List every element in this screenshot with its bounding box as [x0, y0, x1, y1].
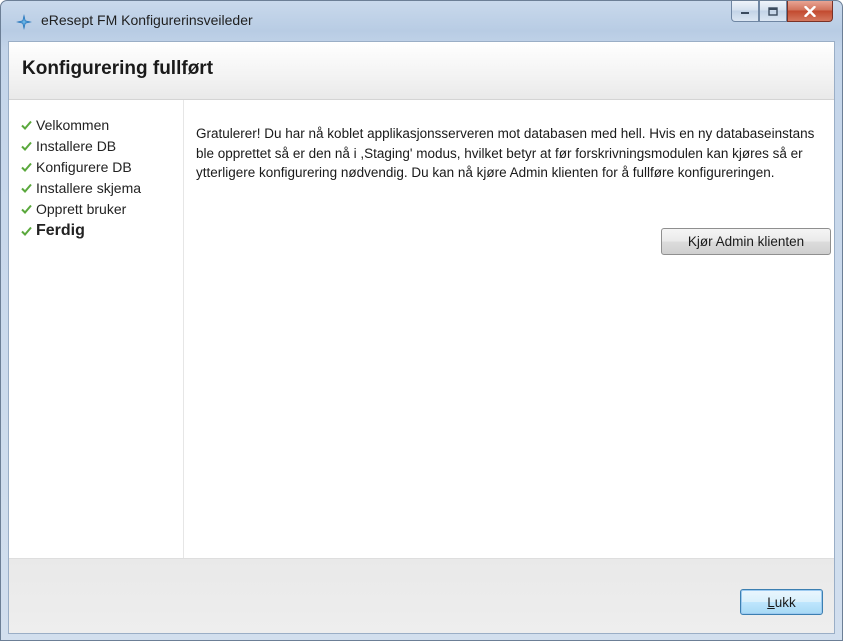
- page-title: Konfigurering fullført: [22, 58, 214, 79]
- step-label: Installere DB: [36, 137, 117, 154]
- step-installere-skjema: Installere skjema: [9, 177, 183, 198]
- step-label: Installere skjema: [36, 179, 142, 196]
- check-icon: [21, 204, 32, 214]
- wizard-client-area: Konfigurering fullført Velkommen Install…: [8, 41, 835, 634]
- check-icon: [21, 183, 32, 193]
- step-label: Velkommen: [36, 116, 110, 133]
- maximize-button[interactable]: [759, 1, 787, 22]
- close-button[interactable]: Lukk: [740, 589, 823, 615]
- minimize-button[interactable]: [731, 1, 759, 22]
- step-label: Ferdig: [36, 222, 85, 239]
- step-konfigurere-db: Konfigurere DB: [9, 156, 183, 177]
- close-icon: [804, 5, 816, 17]
- wizard-steps: Velkommen Installere DB Konfigurere DB I…: [9, 100, 184, 558]
- check-icon: [21, 141, 32, 151]
- step-label: Opprett bruker: [36, 200, 127, 217]
- close-window-button[interactable]: [787, 1, 833, 22]
- window-title: eResept FM Konfigurerinsveileder: [41, 12, 253, 28]
- step-installere-db: Installere DB: [9, 135, 183, 156]
- wizard-header: Konfigurering fullført: [9, 42, 834, 100]
- step-opprett-bruker: Opprett bruker: [9, 198, 183, 219]
- maximize-icon: [768, 6, 778, 16]
- step-label: Konfigurere DB: [36, 158, 132, 175]
- wizard-content: Gratulerer! Du har nå koblet applikasjon…: [184, 100, 834, 558]
- wizard-footer: Lukk: [9, 558, 834, 633]
- check-icon: [21, 162, 32, 172]
- eresept-app-icon: [16, 14, 32, 30]
- caption-buttons: [731, 1, 833, 23]
- step-ferdig: Ferdig: [9, 219, 183, 243]
- run-admin-client-button[interactable]: Kjør Admin klienten: [661, 228, 831, 255]
- step-velkommen: Velkommen: [9, 114, 183, 135]
- close-button-label-rest: ukk: [774, 594, 796, 610]
- check-icon: [21, 226, 32, 236]
- completion-message: Gratulerer! Du har nå koblet applikasjon…: [196, 126, 815, 180]
- close-button-mnemonic: L: [767, 594, 775, 610]
- check-icon: [21, 120, 32, 130]
- minimize-icon: [741, 12, 749, 14]
- window: eResept FM Konfigurerinsveileder Konfigu…: [0, 0, 843, 641]
- title-bar[interactable]: eResept FM Konfigurerinsveileder: [1, 1, 842, 41]
